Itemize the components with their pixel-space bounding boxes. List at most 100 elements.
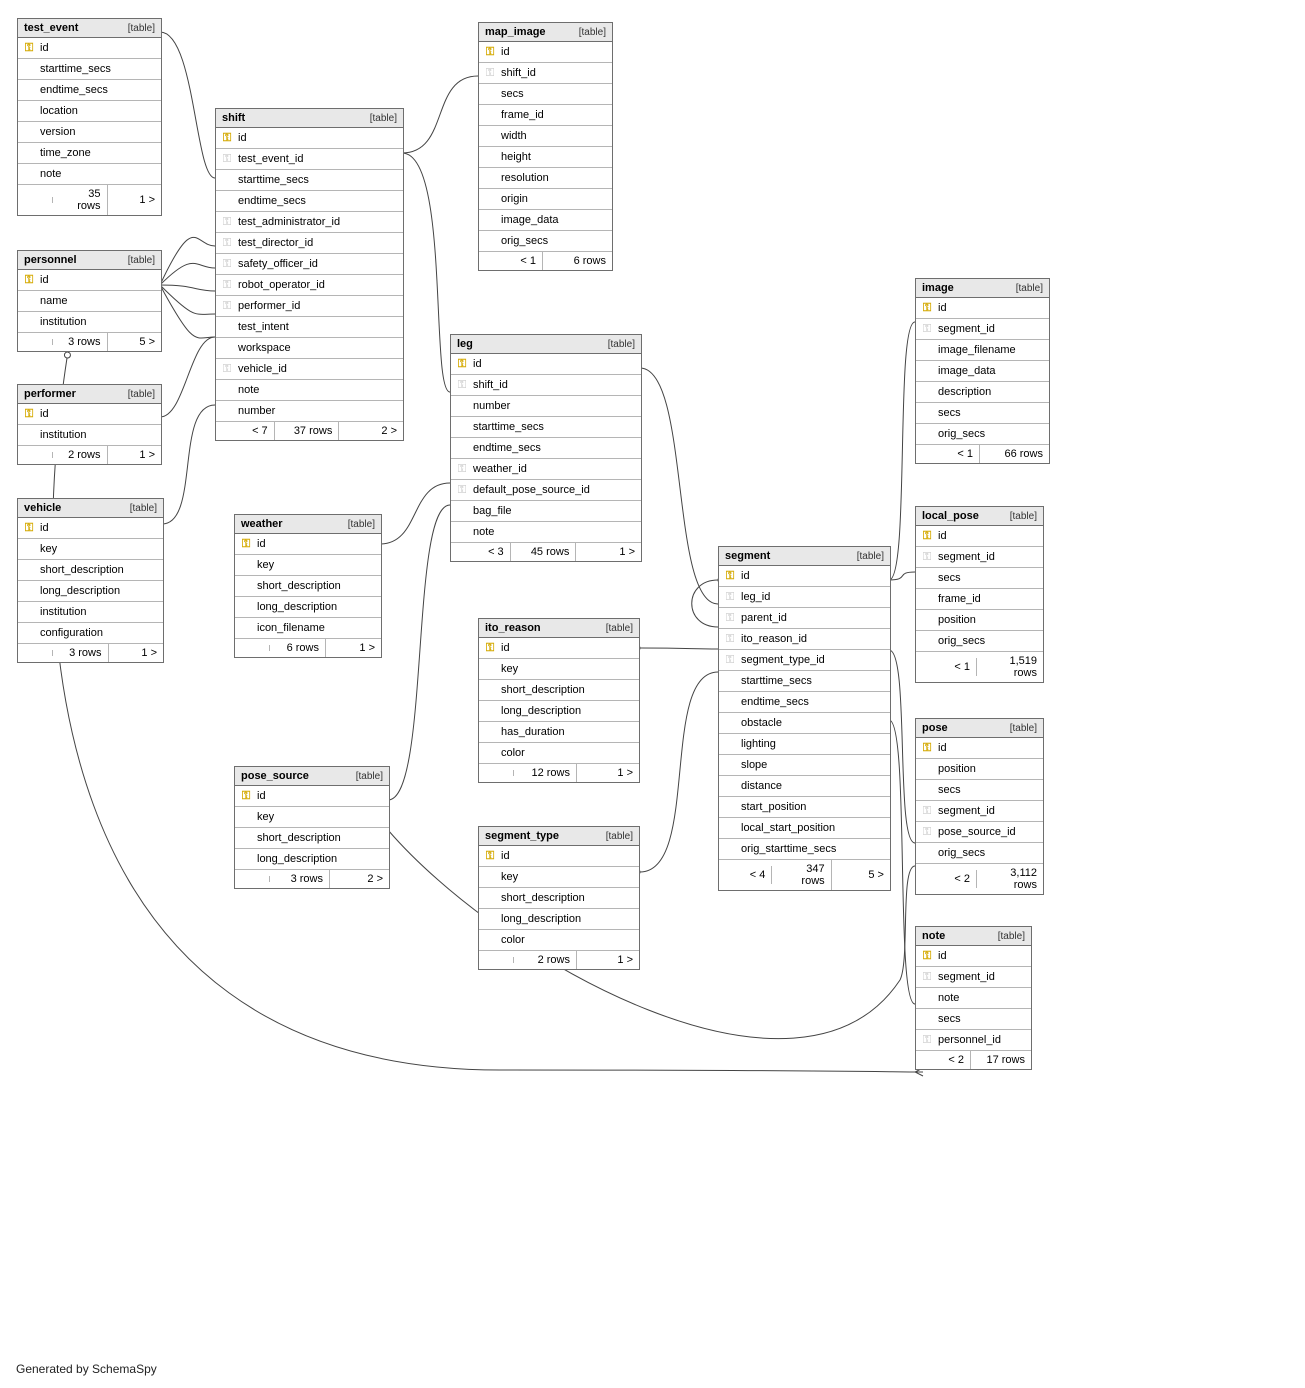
table-tag: [table] bbox=[356, 771, 383, 782]
column-row: start_position bbox=[719, 797, 890, 818]
column-name: starttime_secs bbox=[238, 174, 309, 186]
table-note[interactable]: note[table]⚿id⚿segment_idnotesecs⚿person… bbox=[915, 926, 1032, 1070]
table-title: segment_type bbox=[485, 830, 559, 842]
table-tag: [table] bbox=[608, 339, 635, 350]
column-row: color bbox=[479, 743, 639, 764]
table-pose_source[interactable]: pose_source[table]⚿idkeyshort_descriptio… bbox=[234, 766, 390, 889]
footer-cell: 2 rows bbox=[520, 951, 577, 969]
table-tag: [table] bbox=[130, 503, 157, 514]
footer-cell bbox=[479, 957, 514, 963]
table-ito_reason[interactable]: ito_reason[table]⚿idkeyshort_description… bbox=[478, 618, 640, 783]
column-row: ⚿segment_id bbox=[916, 319, 1049, 340]
column-row: ⚿id bbox=[18, 404, 161, 425]
column-name: version bbox=[40, 126, 75, 138]
footer-cell: 1 > bbox=[332, 639, 381, 657]
table-title: ito_reason bbox=[485, 622, 541, 634]
table-weather[interactable]: weather[table]⚿idkeyshort_descriptionlon… bbox=[234, 514, 382, 658]
column-name: segment_id bbox=[938, 551, 995, 563]
column-name: key bbox=[257, 811, 274, 823]
table-tag: [table] bbox=[606, 623, 633, 634]
table-shift[interactable]: shift[table]⚿id⚿test_event_idstarttime_s… bbox=[215, 108, 404, 441]
column-name: secs bbox=[938, 1013, 961, 1025]
table-local_pose[interactable]: local_pose[table]⚿id⚿segment_idsecsframe… bbox=[915, 506, 1044, 683]
column-row: position bbox=[916, 759, 1043, 780]
column-row: resolution bbox=[479, 168, 612, 189]
column-name: origin bbox=[501, 193, 528, 205]
column-name: id bbox=[238, 132, 247, 144]
table-footer: 3 rows1 > bbox=[18, 644, 163, 662]
column-name: orig_secs bbox=[938, 847, 985, 859]
column-name: orig_starttime_secs bbox=[741, 843, 836, 855]
table-segment_type[interactable]: segment_type[table]⚿idkeyshort_descripti… bbox=[478, 826, 640, 970]
table-tag: [table] bbox=[998, 931, 1025, 942]
column-row: ⚿id bbox=[235, 786, 389, 807]
footer-cell: < 2 bbox=[916, 870, 977, 888]
table-title: vehicle bbox=[24, 502, 61, 514]
column-row: ⚿test_administrator_id bbox=[216, 212, 403, 233]
column-name: orig_secs bbox=[501, 235, 548, 247]
table-image[interactable]: image[table]⚿id⚿segment_idimage_filename… bbox=[915, 278, 1050, 464]
column-row: starttime_secs bbox=[18, 59, 161, 80]
table-map_image[interactable]: map_image[table]⚿id⚿shift_idsecsframe_id… bbox=[478, 22, 613, 271]
column-name: color bbox=[501, 747, 525, 759]
column-name: short_description bbox=[257, 832, 341, 844]
table-header: vehicle [table] bbox=[18, 499, 163, 518]
column-row: long_description bbox=[235, 597, 381, 618]
column-name: segment_type_id bbox=[741, 654, 825, 666]
table-header: pose[table] bbox=[916, 719, 1043, 738]
column-name: workspace bbox=[238, 342, 291, 354]
table-header: weather[table] bbox=[235, 515, 381, 534]
column-row: ⚿default_pose_source_id bbox=[451, 480, 641, 501]
column-row: note bbox=[18, 164, 161, 185]
column-row: endtime_secs bbox=[18, 80, 161, 101]
fk-key-icon: ⚿ bbox=[725, 591, 735, 604]
column-row: starttime_secs bbox=[451, 417, 641, 438]
table-performer[interactable]: performer[table]⚿idinstitution2 rows1 > bbox=[17, 384, 162, 465]
footer-cell: 2 rows bbox=[59, 446, 108, 464]
table-footer: 6 rows1 > bbox=[235, 639, 381, 657]
column-row: key bbox=[235, 807, 389, 828]
table-segment[interactable]: segment[table]⚿id⚿leg_id⚿parent_id⚿ito_r… bbox=[718, 546, 891, 891]
table-tag: [table] bbox=[128, 389, 155, 400]
column-row: color bbox=[479, 930, 639, 951]
table-footer: 2 rows1 > bbox=[18, 446, 161, 464]
column-row: endtime_secs bbox=[451, 438, 641, 459]
footer-cell bbox=[18, 650, 53, 656]
key-icon: ⚿ bbox=[24, 522, 34, 535]
column-row: long_description bbox=[479, 909, 639, 930]
footer-cell bbox=[235, 876, 270, 882]
table-footer: 12 rows1 > bbox=[479, 764, 639, 782]
column-row: version bbox=[18, 122, 161, 143]
footer-cell: 3 rows bbox=[59, 644, 109, 662]
column-row: ⚿vehicle_id bbox=[216, 359, 403, 380]
column-name: short_description bbox=[40, 564, 124, 576]
footer-cell: 1 > bbox=[583, 951, 639, 969]
column-name: position bbox=[938, 614, 976, 626]
column-name: segment_id bbox=[938, 323, 995, 335]
table-test_event[interactable]: test_event[table]⚿idstarttime_secsendtim… bbox=[17, 18, 162, 216]
table-personnel[interactable]: personnel[table]⚿idnameinstitution3 rows… bbox=[17, 250, 162, 352]
table-footer: < 345 rows1 > bbox=[451, 543, 641, 561]
column-row: orig_secs bbox=[479, 231, 612, 252]
table-footer: < 16 rows bbox=[479, 252, 612, 270]
column-name: long_description bbox=[501, 913, 581, 925]
table-leg[interactable]: leg[table]⚿id⚿shift_idnumberstarttime_se… bbox=[450, 334, 642, 562]
table-vehicle[interactable]: vehicle[table]⚿idkeyshort_descriptionlon… bbox=[17, 498, 164, 663]
footer-cell: 2 > bbox=[345, 422, 403, 440]
column-row: ⚿id bbox=[916, 738, 1043, 759]
column-row: ⚿test_event_id bbox=[216, 149, 403, 170]
column-name: short_description bbox=[501, 684, 585, 696]
footer-cell: 3,112 rows bbox=[983, 864, 1043, 894]
column-name: personnel_id bbox=[938, 1034, 1001, 1046]
column-row: image_filename bbox=[916, 340, 1049, 361]
table-tag: [table] bbox=[1016, 283, 1043, 294]
column-name: frame_id bbox=[501, 109, 544, 121]
column-row: ⚿test_director_id bbox=[216, 233, 403, 254]
table-pose[interactable]: pose[table]⚿idpositionsecs⚿segment_id⚿po… bbox=[915, 718, 1044, 895]
footer-cell: < 1 bbox=[479, 252, 543, 270]
column-row: has_duration bbox=[479, 722, 639, 743]
column-row: ⚿performer_id bbox=[216, 296, 403, 317]
table-footer: < 2 3,112 rows bbox=[916, 864, 1043, 894]
column-row: key bbox=[235, 555, 381, 576]
column-name: frame_id bbox=[938, 593, 981, 605]
